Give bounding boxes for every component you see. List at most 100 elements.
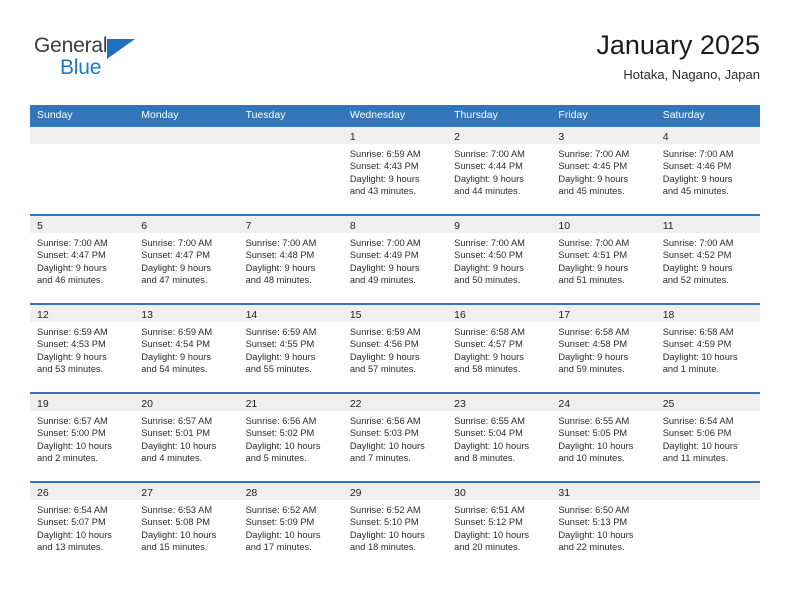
day-number-band: 6 (134, 216, 239, 233)
sunset-text: Sunset: 5:12 PM (454, 517, 523, 528)
sunset-text: Sunset: 5:06 PM (662, 428, 732, 439)
day-cell[interactable]: 15 Sunrise: 6:59 AM Sunset: 4:56 PM Dayl… (342, 305, 448, 392)
day-number: 21 (245, 398, 258, 410)
day-number: 10 (558, 220, 571, 232)
day-cell[interactable]: 22 Sunrise: 6:56 AM Sunset: 5:03 PM Dayl… (342, 394, 448, 481)
week-row: 19 Sunrise: 6:57 AM Sunset: 5:00 PM Dayl… (30, 392, 760, 481)
weekday-thursday: Thursday (454, 109, 498, 121)
day-number-band: 11 (655, 216, 760, 233)
day-info: Sunrise: 6:52 AM Sunset: 5:10 PM Dayligh… (343, 500, 447, 554)
day-number-band: 5 (30, 216, 135, 233)
day-info: Sunrise: 6:59 AM Sunset: 4:55 PM Dayligh… (239, 322, 343, 376)
day-number-band (655, 483, 760, 500)
sunrise-text: Sunrise: 7:00 AM (662, 238, 734, 248)
day-cell[interactable]: 3 Sunrise: 7:00 AM Sunset: 4:45 PM Dayli… (551, 127, 656, 214)
day-number: 26 (37, 487, 49, 499)
day-number: 6 (141, 220, 148, 232)
day-cell[interactable]: 20 Sunrise: 6:57 AM Sunset: 5:01 PM Dayl… (134, 394, 239, 481)
day-info: Sunrise: 6:58 AM Sunset: 4:59 PM Dayligh… (656, 322, 760, 376)
day-cell[interactable]: 7 Sunrise: 7:00 AM Sunset: 4:48 PM Dayli… (238, 216, 343, 303)
daylight-text-line1: Daylight: 10 hours (454, 440, 530, 451)
day-cell[interactable]: 11 Sunrise: 7:00 AM Sunset: 4:52 PM Dayl… (655, 216, 760, 303)
day-cell[interactable]: 27 Sunrise: 6:53 AM Sunset: 5:08 PM Dayl… (134, 483, 239, 570)
day-cell[interactable]: 30 Sunrise: 6:51 AM Sunset: 5:12 PM Dayl… (447, 483, 552, 570)
daylight-text-line2: and 20 minutes. (454, 542, 521, 553)
sunset-text: Sunset: 5:07 PM (37, 517, 106, 528)
day-cell[interactable]: 16 Sunrise: 6:58 AM Sunset: 4:57 PM Dayl… (447, 305, 552, 392)
daylight-text-line2: and 47 minutes. (141, 275, 208, 286)
day-info: Sunrise: 6:54 AM Sunset: 5:06 PM Dayligh… (656, 411, 760, 465)
day-cell[interactable]: 2 Sunrise: 7:00 AM Sunset: 4:44 PM Dayli… (447, 127, 552, 214)
daylight-text-line2: and 58 minutes. (454, 364, 521, 375)
day-number-band: 23 (447, 394, 552, 411)
day-cell[interactable]: 6 Sunrise: 7:00 AM Sunset: 4:47 PM Dayli… (134, 216, 239, 303)
day-cell[interactable]: 8 Sunrise: 7:00 AM Sunset: 4:49 PM Dayli… (342, 216, 448, 303)
day-cell[interactable]: 13 Sunrise: 6:59 AM Sunset: 4:54 PM Dayl… (134, 305, 239, 392)
day-info: Sunrise: 7:00 AM Sunset: 4:47 PM Dayligh… (134, 233, 238, 287)
day-cell[interactable]: 31 Sunrise: 6:50 AM Sunset: 5:13 PM Dayl… (551, 483, 656, 570)
daylight-text-line2: and 53 minutes. (37, 364, 104, 375)
day-cell[interactable] (238, 127, 343, 214)
day-cell[interactable]: 25 Sunrise: 6:54 AM Sunset: 5:06 PM Dayl… (655, 394, 760, 481)
day-cell[interactable]: 5 Sunrise: 7:00 AM Sunset: 4:47 PM Dayli… (30, 216, 135, 303)
sunset-text: Sunset: 4:47 PM (141, 250, 211, 261)
day-cell[interactable]: 1 Sunrise: 6:59 AM Sunset: 4:43 PM Dayli… (342, 127, 448, 214)
day-cell[interactable]: 24 Sunrise: 6:55 AM Sunset: 5:05 PM Dayl… (551, 394, 656, 481)
daylight-text-line2: and 44 minutes. (454, 186, 521, 197)
day-cell[interactable]: 14 Sunrise: 6:59 AM Sunset: 4:55 PM Dayl… (238, 305, 343, 392)
day-cell[interactable]: 19 Sunrise: 6:57 AM Sunset: 5:00 PM Dayl… (30, 394, 135, 481)
day-number: 7 (245, 220, 252, 232)
day-info: Sunrise: 7:00 AM Sunset: 4:49 PM Dayligh… (343, 233, 447, 287)
day-number: 20 (141, 398, 153, 410)
sunrise-text: Sunrise: 6:57 AM (141, 416, 213, 426)
day-cell[interactable] (655, 483, 760, 570)
calendar-grid: Sunday Monday Tuesday Wednesday Thursday… (30, 105, 760, 570)
week-row: 12 Sunrise: 6:59 AM Sunset: 4:53 PM Dayl… (30, 303, 760, 392)
day-cell[interactable] (134, 127, 239, 214)
sunset-text: Sunset: 5:03 PM (349, 428, 419, 439)
day-number: 11 (662, 220, 674, 232)
day-cell[interactable]: 17 Sunrise: 6:58 AM Sunset: 4:58 PM Dayl… (551, 305, 656, 392)
day-info: Sunrise: 6:57 AM Sunset: 5:01 PM Dayligh… (134, 411, 238, 465)
sunset-text: Sunset: 4:58 PM (558, 339, 628, 350)
sunset-text: Sunset: 5:08 PM (141, 517, 211, 528)
day-cell[interactable]: 12 Sunrise: 6:59 AM Sunset: 4:53 PM Dayl… (30, 305, 135, 392)
sunset-text: Sunset: 4:53 PM (37, 339, 106, 350)
day-number: 9 (454, 220, 460, 232)
day-cell[interactable]: 28 Sunrise: 6:52 AM Sunset: 5:09 PM Dayl… (238, 483, 343, 570)
daylight-text-line1: Daylight: 9 hours (454, 351, 524, 362)
day-number: 13 (141, 309, 153, 321)
day-info: Sunrise: 6:59 AM Sunset: 4:53 PM Dayligh… (30, 322, 134, 376)
day-cell[interactable]: 10 Sunrise: 7:00 AM Sunset: 4:51 PM Dayl… (551, 216, 656, 303)
daylight-text-line2: and 10 minutes. (558, 453, 625, 464)
day-cell[interactable]: 26 Sunrise: 6:54 AM Sunset: 5:07 PM Dayl… (30, 483, 135, 570)
day-cell[interactable]: 4 Sunrise: 7:00 AM Sunset: 4:46 PM Dayli… (655, 127, 760, 214)
daylight-text-line2: and 1 minute. (662, 364, 720, 375)
logo-text-general: General (34, 34, 108, 57)
day-cell[interactable]: 21 Sunrise: 6:56 AM Sunset: 5:02 PM Dayl… (238, 394, 343, 481)
day-number-band: 13 (134, 305, 239, 322)
daylight-text-line1: Daylight: 10 hours (662, 440, 738, 451)
sunrise-text: Sunrise: 6:59 AM (245, 327, 317, 337)
sunset-text: Sunset: 4:48 PM (245, 250, 315, 261)
sunrise-text: Sunrise: 7:00 AM (141, 238, 213, 248)
day-cell[interactable]: 29 Sunrise: 6:52 AM Sunset: 5:10 PM Dayl… (342, 483, 448, 570)
day-number-band: 10 (551, 216, 656, 233)
title-block: January 2025 Hotaka, Nagano, Japan (596, 28, 760, 85)
general-blue-logo[interactable]: General Blue (34, 34, 154, 92)
sunrise-text: Sunrise: 6:50 AM (558, 505, 630, 515)
sunrise-text: Sunrise: 6:58 AM (662, 327, 734, 337)
day-number-band: 7 (238, 216, 343, 233)
day-number: 15 (349, 309, 362, 321)
daylight-text-line1: Daylight: 10 hours (245, 440, 321, 451)
day-number: 25 (662, 398, 675, 410)
day-info: Sunrise: 7:00 AM Sunset: 4:50 PM Dayligh… (447, 233, 551, 287)
day-cell[interactable]: 18 Sunrise: 6:58 AM Sunset: 4:59 PM Dayl… (655, 305, 760, 392)
day-cell[interactable] (30, 127, 135, 214)
day-number-band: 30 (447, 483, 552, 500)
daylight-text-line1: Daylight: 10 hours (141, 440, 217, 451)
day-cell[interactable]: 23 Sunrise: 6:55 AM Sunset: 5:04 PM Dayl… (447, 394, 552, 481)
day-cell[interactable]: 9 Sunrise: 7:00 AM Sunset: 4:50 PM Dayli… (447, 216, 552, 303)
sunset-text: Sunset: 5:05 PM (558, 428, 628, 439)
sunrise-text: Sunrise: 6:58 AM (454, 327, 525, 337)
